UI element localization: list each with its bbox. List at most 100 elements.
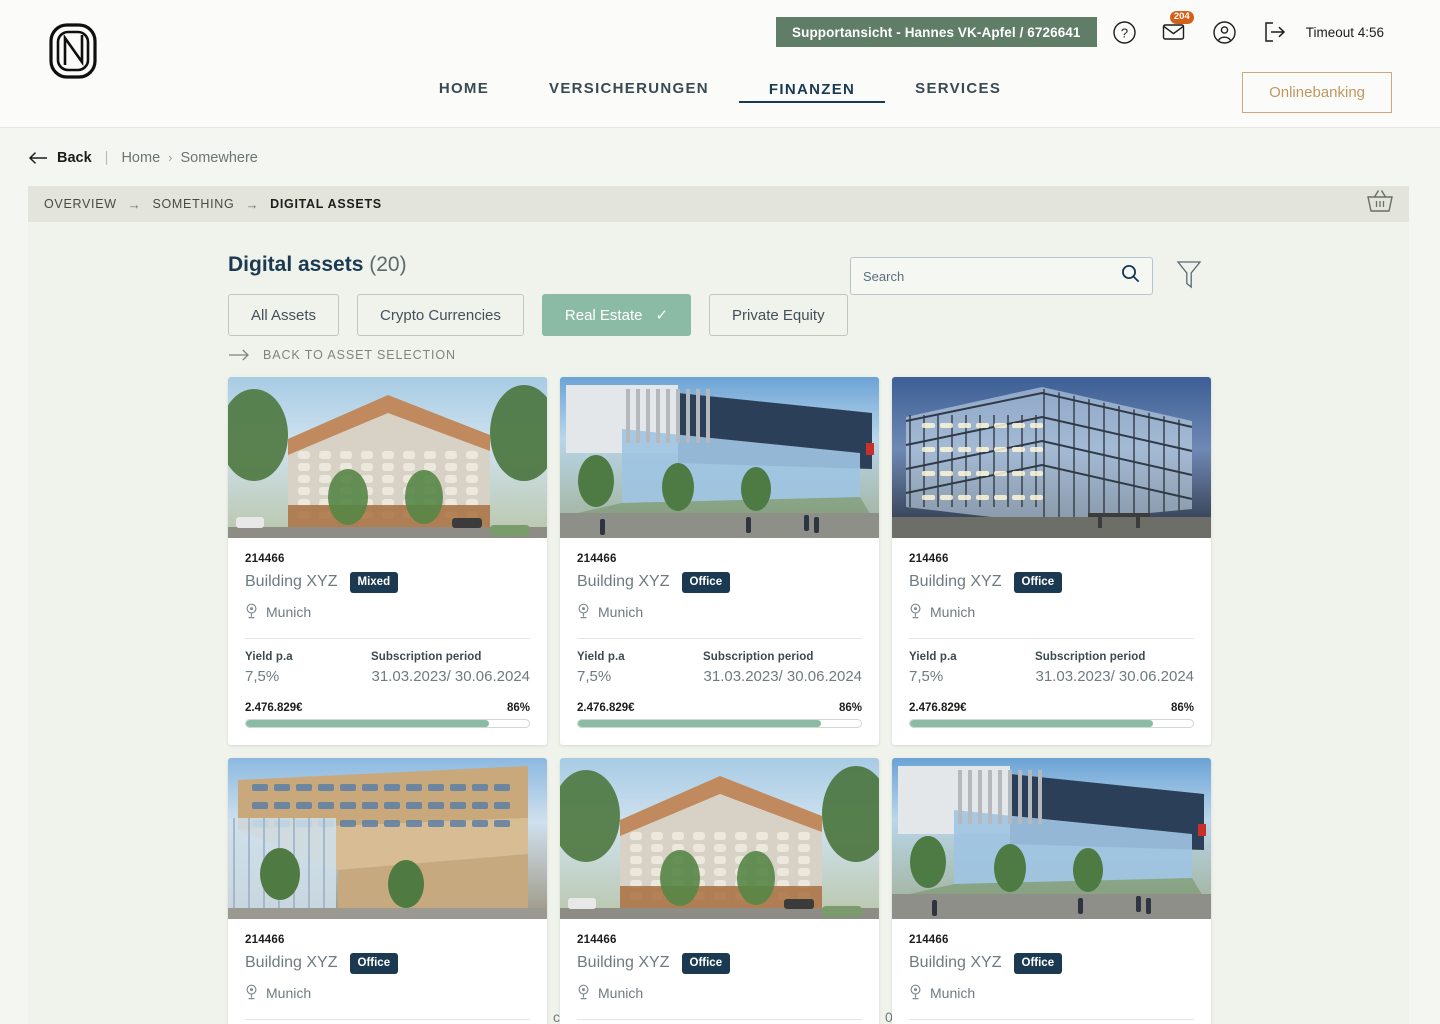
search-box[interactable] bbox=[850, 257, 1153, 295]
asset-name: Building XYZ bbox=[577, 573, 670, 591]
back-to-asset-selection-label: BACK TO ASSET SELECTION bbox=[263, 348, 456, 362]
crumb-something[interactable]: SOMETHING bbox=[152, 197, 234, 211]
chip-private-equity[interactable]: Private Equity bbox=[709, 294, 848, 336]
card-divider bbox=[909, 637, 1194, 639]
asset-type-badge: Office bbox=[1013, 952, 1063, 974]
asset-percent: 86% bbox=[1170, 701, 1194, 714]
asset-type-badge: Office bbox=[349, 952, 399, 974]
asset-percent: 86% bbox=[838, 701, 862, 714]
asset-type-badge: Office bbox=[1013, 572, 1063, 593]
asset-metrics: Yield p.a 7,5% Subscription period 31.03… bbox=[909, 651, 1194, 685]
support-view-badge: Supportansicht - Hannes VK-Apfel / 67266… bbox=[776, 17, 1097, 47]
chip-crypto-currencies[interactable]: Crypto Currencies bbox=[357, 294, 524, 336]
mail-icon[interactable]: 204 bbox=[1150, 11, 1200, 50]
asset-card-body: 214466 Building XYZ Office Munich Yield … bbox=[228, 919, 547, 1024]
asset-amount: 2.476.829€ bbox=[909, 701, 967, 714]
asset-name-row: Building XYZ Office bbox=[245, 952, 530, 974]
asset-location: Munich bbox=[245, 603, 530, 622]
asset-location: Munich bbox=[909, 984, 1194, 1003]
asset-progress-fill bbox=[246, 719, 490, 727]
asset-progress-bar bbox=[577, 718, 862, 728]
asset-card[interactable]: 214466 Building XYZ Office Munich Yield … bbox=[892, 757, 1211, 1024]
asset-location: Munich bbox=[577, 603, 862, 622]
page-title-text: Digital assets bbox=[228, 253, 364, 276]
breadcrumb-home[interactable]: Home bbox=[121, 150, 160, 166]
chip-real-estate[interactable]: Real Estate ✓ bbox=[541, 294, 692, 336]
asset-card-body: 214466 Building XYZ Office Munich Yield … bbox=[560, 919, 879, 1024]
back-button-label: Back bbox=[57, 149, 92, 166]
asset-id: 214466 bbox=[577, 553, 617, 565]
asset-card[interactable]: 214466 Building XYZ Mixed Munich Yield p… bbox=[228, 377, 547, 745]
asset-progress-bar bbox=[909, 718, 1194, 728]
asset-progress-fill bbox=[578, 719, 822, 727]
section-breadcrumb-list: OVERVIEW → SOMETHING → DIGITAL ASSETS bbox=[44, 197, 382, 212]
building-photo bbox=[892, 377, 1211, 538]
asset-location: Munich bbox=[577, 984, 862, 1003]
metric-yield-value: 7,5% bbox=[577, 667, 612, 685]
back-breadcrumb-bar: Back | Home › Somewhere bbox=[0, 129, 1440, 186]
nav-item-versicherungen[interactable]: VERSICHERUNGEN bbox=[519, 74, 739, 103]
nav-item-finanzen[interactable]: FINANZEN bbox=[738, 75, 886, 103]
brand-logo[interactable] bbox=[48, 22, 104, 80]
metric-subscription: Subscription period 31.03.2023/ 30.06.20… bbox=[703, 651, 862, 685]
nav-item-home[interactable]: HOME bbox=[409, 74, 519, 103]
asset-card[interactable]: 214466 Building XYZ Office Munich Yield … bbox=[560, 757, 879, 1024]
asset-amount: 2.476.829€ bbox=[245, 701, 303, 714]
help-icon[interactable]: ? bbox=[1100, 14, 1150, 50]
breadcrumb-current: Somewhere bbox=[180, 149, 258, 166]
asset-card-image[interactable] bbox=[892, 377, 1211, 538]
asset-type-filter-group: All Assets Crypto Currencies Real Estate… bbox=[228, 294, 866, 336]
asset-type-badge: Mixed bbox=[349, 572, 399, 593]
nav-item-services[interactable]: SERVICES bbox=[885, 74, 1031, 103]
page-title-row: Digital assets (20) bbox=[228, 244, 1213, 295]
asset-name: Building XYZ bbox=[245, 573, 338, 591]
asset-name-row: Building XYZ Office bbox=[909, 952, 1194, 974]
card-divider bbox=[245, 1018, 530, 1020]
asset-card-image[interactable] bbox=[228, 377, 547, 538]
asset-location-label: Munich bbox=[930, 985, 976, 1002]
building-photo bbox=[560, 757, 879, 919]
onlinebanking-button[interactable]: Onlinebanking bbox=[1242, 72, 1392, 113]
mail-unread-badge: 204 bbox=[1169, 11, 1194, 24]
metric-yield-value: 7,5% bbox=[909, 667, 944, 685]
asset-type-badge: Office bbox=[681, 952, 731, 974]
asset-amount: 2.476.829€ bbox=[577, 701, 635, 714]
asset-location: Munich bbox=[909, 603, 1194, 622]
location-pin-icon bbox=[909, 603, 922, 622]
asset-card-image[interactable] bbox=[892, 757, 1211, 919]
logout-icon[interactable] bbox=[1250, 14, 1300, 50]
asset-card[interactable]: 214466 Building XYZ Office Munich Yield … bbox=[892, 377, 1211, 745]
crumb-overview[interactable]: OVERVIEW bbox=[44, 197, 117, 211]
search-icon[interactable] bbox=[1121, 264, 1140, 288]
chip-all-assets[interactable]: All Assets bbox=[228, 294, 340, 336]
asset-name-row: Building XYZ Office bbox=[909, 572, 1194, 593]
card-divider bbox=[245, 637, 530, 639]
asset-card-image[interactable] bbox=[560, 377, 879, 538]
filter-funnel-icon[interactable] bbox=[1176, 259, 1204, 293]
card-divider bbox=[577, 637, 862, 639]
asset-progress-row: 2.476.829€ 86% bbox=[245, 702, 530, 714]
crumb-digital-assets: DIGITAL ASSETS bbox=[270, 197, 382, 211]
asset-location-label: Munich bbox=[266, 985, 312, 1002]
asset-card-body: 214466 Building XYZ Office Munich Yield … bbox=[892, 538, 1211, 745]
user-account-icon[interactable] bbox=[1200, 14, 1250, 50]
asset-name: Building XYZ bbox=[909, 954, 1002, 972]
back-to-asset-selection-link[interactable]: BACK TO ASSET SELECTION bbox=[228, 348, 456, 362]
asset-card[interactable]: 214466 Building XYZ Office Munich Yield … bbox=[560, 377, 879, 745]
metric-subscription-label: Subscription period bbox=[1035, 650, 1146, 663]
basket-icon[interactable] bbox=[1365, 188, 1395, 220]
asset-card-body: 214466 Building XYZ Office Munich Yield … bbox=[560, 538, 879, 745]
location-pin-icon bbox=[245, 984, 258, 1003]
metric-subscription-value: 31.03.2023/ 30.06.2024 bbox=[371, 667, 530, 685]
back-button[interactable]: Back bbox=[28, 150, 92, 166]
asset-card-image[interactable] bbox=[560, 757, 879, 919]
search-input[interactable] bbox=[863, 268, 1121, 284]
asset-type-badge: Office bbox=[681, 572, 731, 593]
asset-card[interactable]: 214466 Building XYZ Office Munich Yield … bbox=[228, 757, 547, 1024]
metric-yield: Yield p.a 7,5% bbox=[577, 651, 703, 685]
arrow-right-icon: → bbox=[245, 196, 260, 212]
asset-metrics: Yield p.a 7,5% Subscription period 31.03… bbox=[245, 651, 530, 685]
asset-card-body: 214466 Building XYZ Office Munich Yield … bbox=[892, 919, 1211, 1024]
asset-metrics: Yield p.a 7,5% Subscription period 31.03… bbox=[577, 651, 862, 685]
asset-card-image[interactable] bbox=[228, 757, 547, 919]
